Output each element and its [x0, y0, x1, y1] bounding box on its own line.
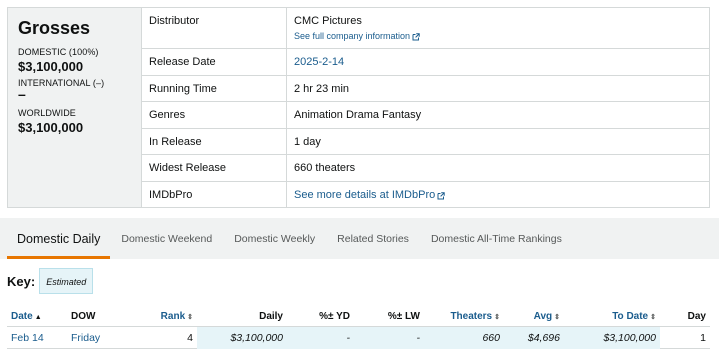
detail-row-in-release: In Release 1 day [142, 129, 709, 155]
company-info-link[interactable]: See full company information [294, 31, 709, 41]
worldwide-value: $3,100,000 [18, 120, 84, 135]
table-row: Feb 14 Friday 4 $3,100,000 - - 660 $4,69… [7, 326, 710, 349]
header-pct-lw: %± LW [387, 310, 420, 322]
row-theaters: 660 [424, 326, 504, 349]
detail-key: IMDbPro [142, 182, 287, 207]
worldwide-label: WORLDWIDE [18, 108, 76, 118]
key-legend: Key: Estimated [7, 268, 94, 294]
row-to-date: $3,100,000 [564, 326, 660, 349]
sort-asc-icon: ▲ [34, 313, 42, 321]
detail-key: Running Time [142, 76, 287, 101]
external-link-icon [437, 192, 445, 200]
detail-row-genres: Genres Animation Drama Fantasy [142, 102, 709, 129]
sort-icon: ⇕ [554, 313, 560, 321]
header-pct-yd: %± YD [319, 310, 350, 322]
header-theaters[interactable]: Theaters ⇕ [424, 311, 504, 322]
widest-release-value: 660 theaters [294, 162, 356, 174]
row-daily: $3,100,000 [197, 326, 287, 349]
running-time-value: 2 hr 23 min [294, 83, 350, 95]
daily-table: Date ▲ DOW Rank ⇕ Daily %± YD %± LW Theate… [7, 306, 710, 349]
header-avg[interactable]: Avg ⇕ [504, 311, 564, 322]
sort-icon: ⇕ [187, 313, 193, 321]
international-value: – [18, 86, 26, 102]
header-date[interactable]: Date ▲ [7, 311, 67, 322]
detail-row-widest-release: Widest Release 660 theaters [142, 155, 709, 182]
row-pct-yd: - [287, 326, 354, 349]
sort-icon: ⇕ [494, 313, 500, 321]
row-day: 1 [700, 331, 706, 344]
estimated-badge: Estimated [39, 268, 94, 294]
domestic-label: DOMESTIC (100%) [18, 47, 99, 57]
row-pct-lw: - [354, 326, 424, 349]
detail-key: Release Date [142, 49, 287, 75]
row-date-link[interactable]: Feb 14 [7, 327, 67, 349]
summary-panel: Grosses DOMESTIC (100%) $3,100,000 INTER… [7, 7, 710, 208]
header-day: Day [687, 310, 706, 322]
row-rank: 4 [187, 331, 193, 344]
tab-domestic-weekly[interactable]: Domestic Weekly [223, 218, 326, 259]
grosses-box: Grosses DOMESTIC (100%) $3,100,000 INTER… [8, 8, 142, 207]
company-info-label[interactable]: See full company information [294, 31, 410, 41]
release-date-link[interactable]: 2025-2-14 [287, 49, 709, 75]
details-table: Distributor CMC Pictures See full compan… [142, 8, 709, 207]
row-dow-link[interactable]: Friday [67, 327, 137, 349]
sort-icon: ⇕ [650, 313, 656, 321]
detail-row-imdbpro: IMDbPro See more details at IMDbPro [142, 182, 709, 207]
detail-row-distributor: Distributor CMC Pictures See full compan… [142, 8, 709, 49]
row-avg: $4,696 [504, 326, 564, 349]
detail-row-release-date: Release Date 2025-2-14 [142, 49, 709, 76]
table-header: Date ▲ DOW Rank ⇕ Daily %± YD %± LW Theate… [7, 306, 710, 327]
header-rank[interactable]: Rank ⇕ [137, 311, 197, 322]
tab-domestic-daily[interactable]: Domestic Daily [7, 218, 111, 259]
domestic-value: $3,100,000 [18, 59, 84, 74]
tab-domestic-all-time-rankings[interactable]: Domestic All-Time Rankings [420, 218, 573, 259]
detail-key: Widest Release [142, 155, 287, 181]
genres-value: Animation Drama Fantasy [294, 109, 422, 121]
in-release-value: 1 day [294, 136, 321, 148]
distributor-value: CMC Pictures [294, 15, 362, 27]
tab-related-stories[interactable]: Related Stories [326, 218, 420, 259]
detail-key: Genres [142, 102, 287, 128]
external-link-icon [412, 32, 420, 40]
key-label: Key: [7, 273, 36, 289]
tab-domestic-weekend[interactable]: Domestic Weekend [110, 218, 223, 259]
header-to-date[interactable]: To Date ⇕ [564, 311, 660, 322]
detail-key: Distributor [142, 8, 287, 48]
grosses-title: Grosses [18, 18, 91, 38]
imdbpro-link-label[interactable]: See more details at IMDbPro [294, 189, 435, 201]
header-dow: DOW [71, 310, 96, 322]
detail-key: In Release [142, 129, 287, 154]
tab-bar: Domestic Daily Domestic Weekend Domestic… [0, 218, 719, 259]
detail-row-running-time: Running Time 2 hr 23 min [142, 76, 709, 102]
imdbpro-link[interactable]: See more details at IMDbPro [287, 182, 709, 207]
header-daily: Daily [259, 310, 283, 322]
